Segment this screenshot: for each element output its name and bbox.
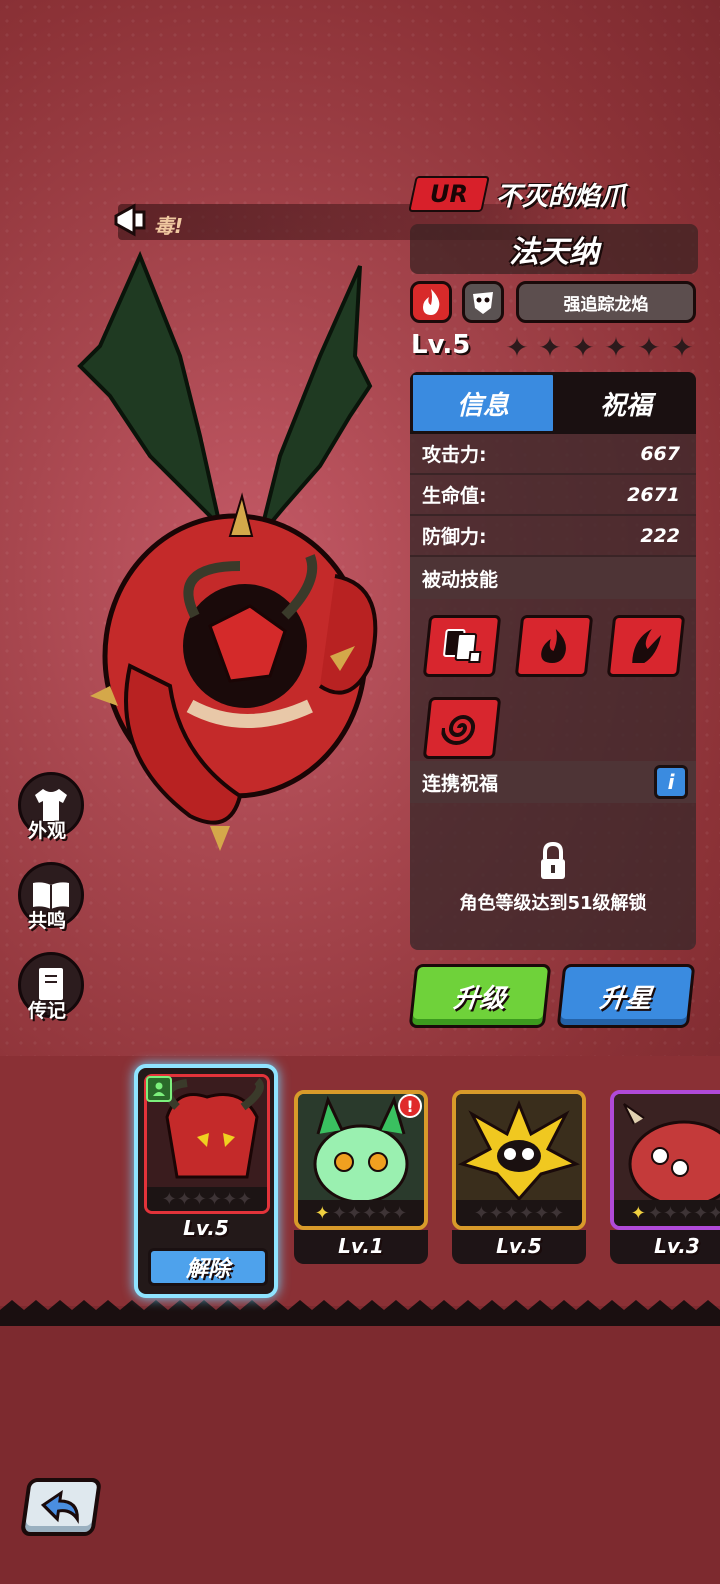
card-portrait-frame: ✦✦✦✦✦✦: [452, 1090, 586, 1230]
stat-value: 2671: [627, 483, 680, 506]
card-level: Lv.5: [496, 1234, 542, 1258]
biography-button[interactable]: 传记: [18, 952, 86, 1022]
card-level: Lv.5: [183, 1216, 229, 1240]
stat-row-defense: 防御力: 222: [410, 516, 696, 557]
tab-bar: 信息 祝福: [410, 372, 696, 434]
hero-level: Lv.5: [411, 330, 471, 360]
back-arrow-icon: [40, 1490, 79, 1524]
card-level: Lv.1: [338, 1234, 384, 1258]
remove-button[interactable]: 解除: [148, 1248, 268, 1286]
unlock-requirement-text: 角色等级达到51级解锁: [459, 893, 647, 914]
hero-name-panel: 法天纳: [410, 224, 698, 274]
fire-icon[interactable]: [410, 281, 452, 323]
stat-row-hp: 生命值: 2671: [410, 475, 696, 516]
hero-name: 法天纳: [509, 235, 599, 270]
star-empty-icon: ✦: [538, 331, 562, 364]
appearance-button[interactable]: 外观: [18, 772, 86, 842]
card-star-bar: ✦✦✦✦✦✦: [614, 1200, 720, 1226]
hero-card[interactable]: ✦✦✦✦✦✦ Lv.5: [452, 1090, 586, 1266]
upgrade-button[interactable]: 升级: [408, 964, 552, 1028]
back-button[interactable]: [19, 1478, 103, 1536]
gold-star-icon: ✦: [314, 1202, 330, 1224]
user-badge-icon: [146, 1076, 172, 1102]
red-horned-beast-portrait: [614, 1094, 720, 1206]
stat-label: 防御力:: [422, 526, 487, 548]
rarity-label: UR: [430, 180, 468, 208]
spiral-icon[interactable]: [422, 697, 502, 759]
hero-card-selected[interactable]: ✦✦✦✦✦✦ Lv.5 解除: [134, 1064, 278, 1298]
bond-blessing-header: 连携祝福 i: [410, 761, 696, 803]
star-up-button[interactable]: 升星: [556, 964, 696, 1028]
stat-label: 攻击力:: [422, 444, 487, 466]
passive-skills-header: 被动技能: [410, 557, 696, 599]
bond-blessing-title: 连携祝福: [422, 772, 499, 795]
appearance-label: 外观: [28, 820, 67, 842]
star-empty-icon: ✦: [604, 331, 628, 364]
info-panel: 信息 祝福 攻击力: 667 生命值: 2671 防御力: 222 被动技能 连…: [410, 372, 696, 950]
stat-label: 生命值:: [422, 485, 487, 507]
card-portrait-frame: ✦✦✦✦✦✦: [610, 1090, 720, 1230]
passive-skills-grid: [410, 599, 696, 761]
mask-icon[interactable]: [462, 281, 504, 323]
stat-value: 222: [640, 524, 680, 547]
flame-icon[interactable]: [514, 615, 594, 677]
star-empty-icon: ✦: [637, 331, 661, 364]
chat-message: 毒!: [154, 214, 184, 238]
hero-dragon-illustration[interactable]: [70, 236, 400, 856]
stat-row-attack: 攻击力: 667: [410, 434, 696, 475]
info-button[interactable]: i: [654, 765, 688, 799]
card-level: Lv.3: [654, 1234, 700, 1258]
lock-icon: [541, 841, 565, 879]
hero-card[interactable]: ✦ ✦✦✦✦✦ ! Lv.1: [294, 1090, 428, 1266]
star-rating: ✦ ✦ ✦ ✦ ✦ ✦: [502, 334, 697, 362]
main-skill-name[interactable]: 强追踪龙焰: [516, 281, 696, 323]
yellow-spiky-creature-portrait: [456, 1094, 582, 1206]
resonance-label: 共鸣: [28, 910, 67, 932]
card-star-bar: ✦✦✦✦✦✦: [456, 1200, 582, 1226]
hero-card[interactable]: ✦ ✦✦✦✦✦ Lv.3: [610, 1090, 720, 1266]
cards-dice-icon[interactable]: [422, 615, 502, 677]
star-empty-icon: ✦: [670, 331, 694, 364]
biography-label: 传记: [28, 1000, 67, 1022]
background-bottom: [0, 1306, 720, 1584]
resonance-button[interactable]: 共鸣: [18, 862, 86, 932]
bond-locked-area: 角色等级达到51级解锁: [410, 803, 696, 950]
megaphone-icon: [114, 203, 146, 237]
passive-skills-title: 被动技能: [422, 568, 499, 591]
card-star-bar: ✦✦✦✦✦✦: [147, 1187, 267, 1211]
card-star-bar: ✦✦✦✦✦✦: [298, 1200, 424, 1226]
star-empty-icon: ✦: [571, 331, 595, 364]
claw-flame-icon[interactable]: [606, 615, 686, 677]
alert-icon: !: [398, 1094, 422, 1118]
tab-info[interactable]: 信息: [410, 372, 556, 434]
gold-star-icon: ✦: [630, 1202, 646, 1224]
hero-epithet: 不灭的焰爪: [496, 182, 627, 212]
rarity-badge: UR: [408, 176, 490, 212]
tab-blessing[interactable]: 祝福: [556, 372, 696, 434]
star-empty-icon: ✦: [505, 331, 529, 364]
spike-divider: [0, 1300, 720, 1326]
stat-value: 667: [640, 442, 680, 465]
